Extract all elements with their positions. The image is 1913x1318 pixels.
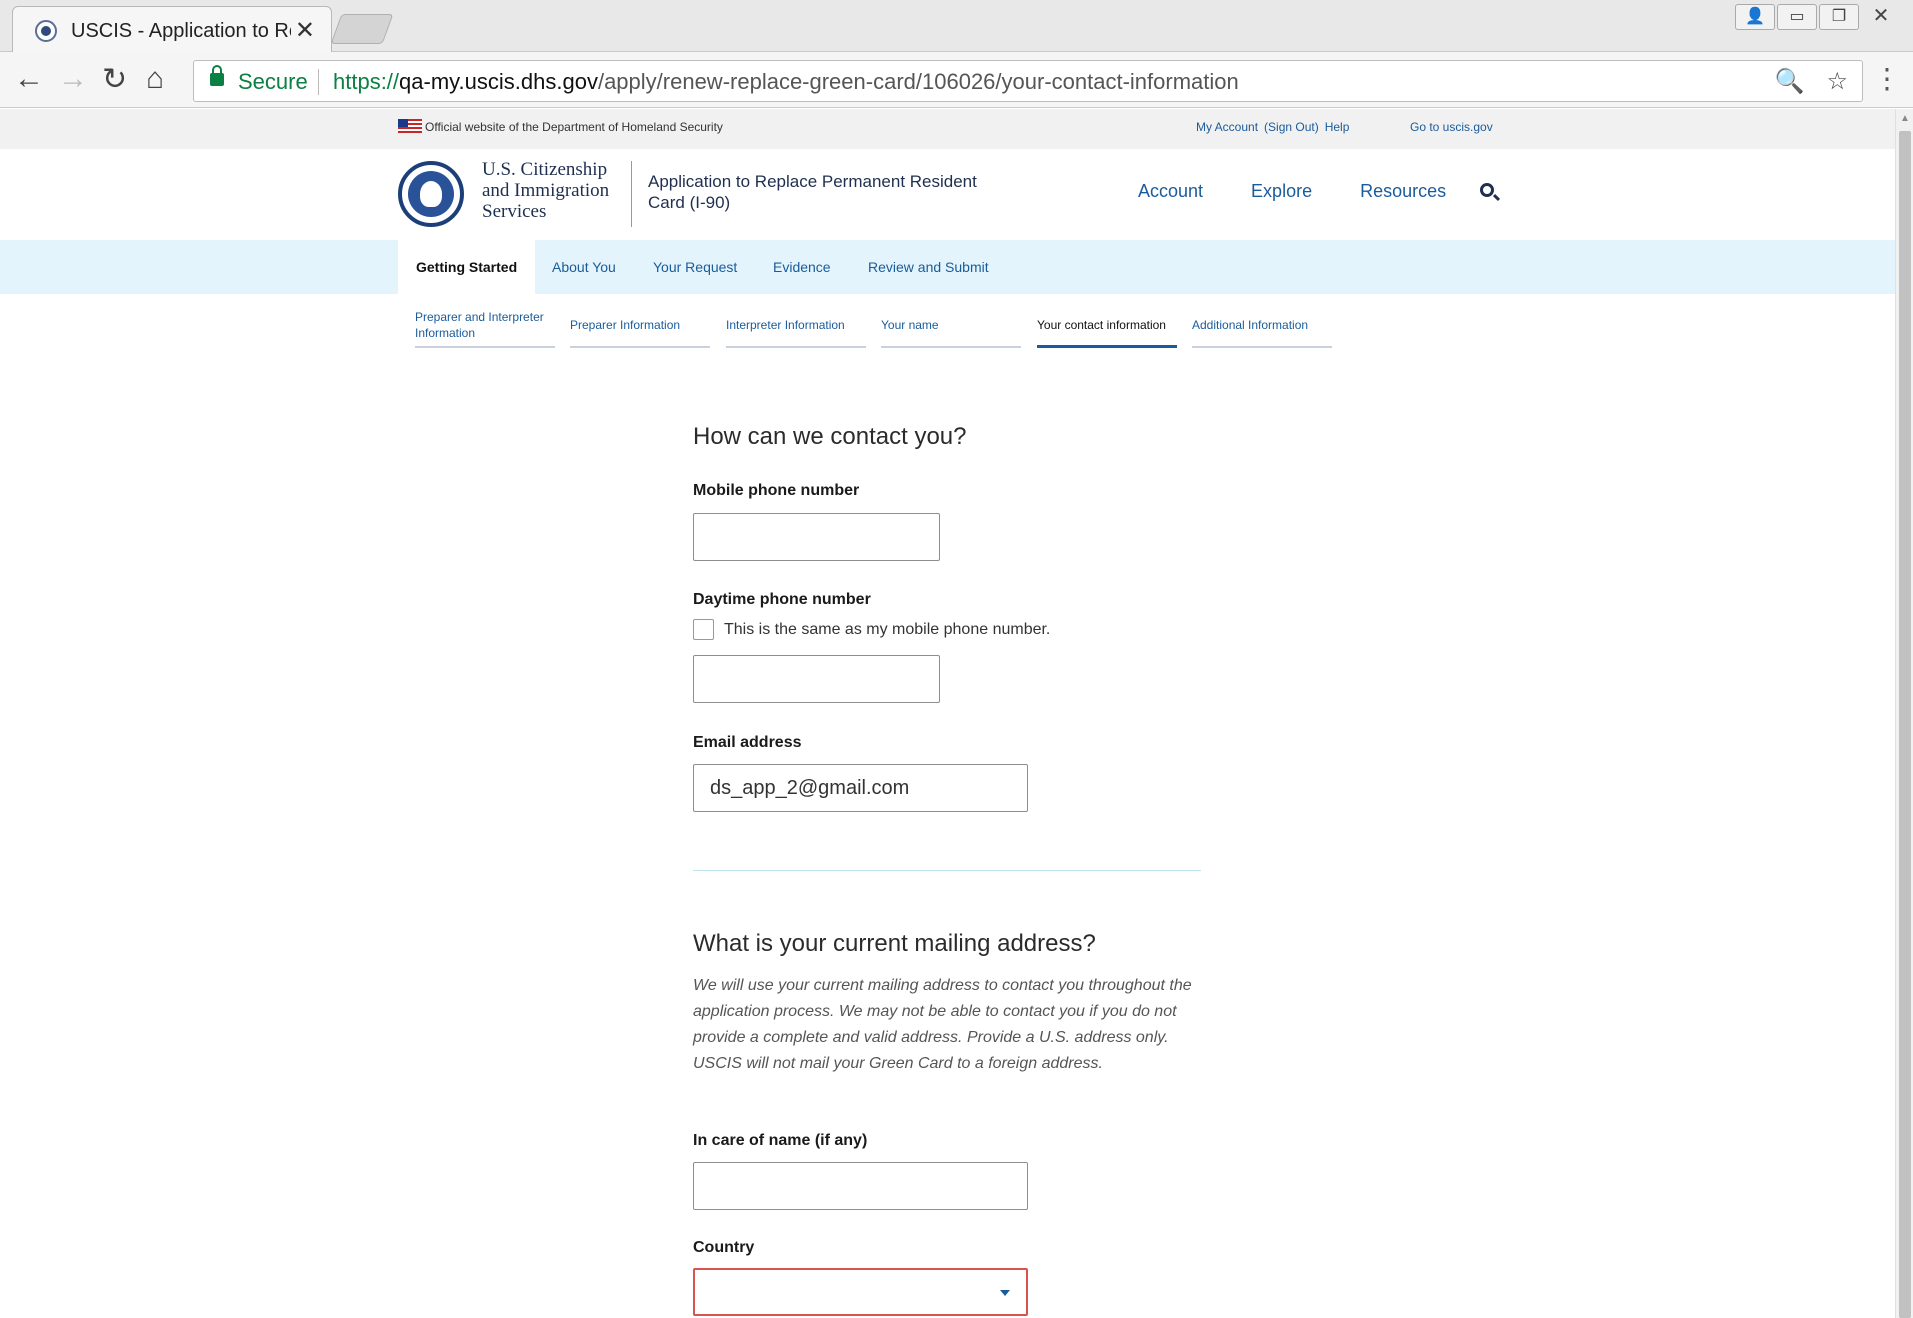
page-scrollbar[interactable]: ▲ <box>1895 109 1913 1318</box>
nav-explore[interactable]: Explore <box>1251 181 1312 202</box>
main-nav: Account Explore Resources <box>1138 181 1446 202</box>
url-path: /apply/renew-replace-green-card/106026/y… <box>597 69 1239 94</box>
agency-name[interactable]: U.S. Citizenship and Immigration Service… <box>482 159 622 222</box>
new-tab-button[interactable] <box>330 14 394 44</box>
uscis-favicon-icon <box>35 20 57 42</box>
mailing-address-help: We will use your current mailing address… <box>693 977 1192 1072</box>
sign-out-link[interactable]: (Sign Out) <box>1264 120 1319 134</box>
chevron-down-icon <box>1000 1290 1010 1296</box>
omnibox-separator <box>318 69 319 95</box>
step-nav: Preparer and Interpreter Information Pre… <box>0 294 1895 354</box>
section-divider <box>693 870 1201 871</box>
lock-icon <box>210 65 224 86</box>
country-label: Country <box>693 1239 755 1256</box>
goto-uscis-link[interactable]: Go to uscis.gov <box>1410 120 1493 134</box>
same-as-mobile-label[interactable]: This is the same as my mobile phone numb… <box>724 621 1050 639</box>
url-text[interactable]: https://qa-my.uscis.dhs.gov/apply/renew-… <box>333 69 1239 95</box>
search-icon[interactable] <box>1480 183 1494 197</box>
zoom-icon[interactable]: 🔍 <box>1775 67 1805 96</box>
star-icon[interactable]: ☆ <box>1826 67 1848 96</box>
tab-title: USCIS - Application to Re <box>71 20 291 42</box>
section-nav: Getting Started About You Your Request E… <box>0 240 1895 294</box>
page: Official website of the Department of Ho… <box>0 109 1895 1318</box>
mobile-phone-label: Mobile phone number <box>693 482 860 499</box>
care-of-name-label: In care of name (if any) <box>693 1132 868 1149</box>
browser-toolbar: ← → ↻ ⌂ Secure https://qa-my.uscis.dhs.g… <box>0 52 1913 108</box>
step-preparer-information[interactable]: Preparer Information <box>570 304 710 348</box>
dhs-seal-icon[interactable] <box>398 161 464 227</box>
mobile-phone-input[interactable] <box>693 513 940 561</box>
browser-tab[interactable]: USCIS - Application to Re ✕ <box>12 6 332 53</box>
official-banner: Official website of the Department of Ho… <box>0 109 1895 149</box>
mailing-address-heading: What is your current mailing address? <box>693 930 1096 957</box>
tab-getting-started[interactable]: Getting Started <box>398 240 536 294</box>
step-your-contact-information[interactable]: Your contact information <box>1037 304 1177 348</box>
step-preparer-and-interpreter[interactable]: Preparer and Interpreter Information <box>415 304 555 348</box>
scrollbar-thumb[interactable] <box>1899 131 1911 1318</box>
menu-icon[interactable]: ⋮ <box>1873 62 1901 95</box>
reload-icon[interactable]: ↻ <box>102 62 127 97</box>
step-interpreter-information[interactable]: Interpreter Information <box>726 304 866 348</box>
browser-tab-strip: USCIS - Application to Re ✕ 👤 ▭ ❐ ✕ <box>0 0 1913 53</box>
window-close-icon[interactable]: ✕ <box>1861 4 1901 30</box>
utility-links: My Account (Sign Out) Help <box>1196 120 1349 134</box>
daytime-phone-label: Daytime phone number <box>693 591 871 608</box>
step-additional-information[interactable]: Additional Information <box>1192 304 1332 348</box>
restore-icon[interactable]: ❐ <box>1819 4 1859 30</box>
window-controls: 👤 ▭ ❐ ✕ <box>1735 4 1901 30</box>
tab-review-and-submit[interactable]: Review and Submit <box>868 240 989 294</box>
tab-evidence[interactable]: Evidence <box>773 240 831 294</box>
help-link[interactable]: Help <box>1325 120 1350 134</box>
official-website-text: Official website of the Department of Ho… <box>425 120 723 134</box>
same-as-mobile-row[interactable]: This is the same as my mobile phone numb… <box>693 619 1050 640</box>
nav-resources[interactable]: Resources <box>1360 181 1446 202</box>
care-of-name-input[interactable] <box>693 1162 1028 1210</box>
site-header: U.S. Citizenship and Immigration Service… <box>0 149 1895 240</box>
address-bar[interactable]: Secure https://qa-my.uscis.dhs.gov/apply… <box>193 60 1863 102</box>
step-your-name[interactable]: Your name <box>881 304 1021 348</box>
email-label: Email address <box>693 734 802 751</box>
contact-heading: How can we contact you? <box>693 423 967 450</box>
daytime-phone-input[interactable] <box>693 655 940 703</box>
us-flag-icon <box>398 119 422 133</box>
header-divider <box>631 161 632 227</box>
back-icon[interactable]: ← <box>14 62 44 96</box>
tab-close-icon[interactable]: ✕ <box>295 16 315 45</box>
country-select[interactable] <box>693 1268 1028 1316</box>
profile-icon[interactable]: 👤 <box>1735 4 1775 30</box>
email-input[interactable] <box>693 764 1028 812</box>
tab-your-request[interactable]: Your Request <box>653 240 737 294</box>
application-title: Application to Replace Permanent Residen… <box>648 172 977 212</box>
my-account-link[interactable]: My Account <box>1196 120 1258 134</box>
scroll-up-icon[interactable]: ▲ <box>1900 113 1910 124</box>
forward-icon[interactable]: → <box>58 62 88 96</box>
same-as-mobile-checkbox[interactable] <box>693 619 714 640</box>
url-host: qa-my.uscis.dhs.gov <box>399 69 598 94</box>
home-icon[interactable]: ⌂ <box>146 62 164 96</box>
url-protocol: https:// <box>333 69 400 94</box>
minimize-icon[interactable]: ▭ <box>1777 4 1817 30</box>
tab-about-you[interactable]: About You <box>552 240 616 294</box>
omnibox-icons: 🔍 ☆ <box>1775 67 1848 96</box>
nav-account[interactable]: Account <box>1138 181 1203 202</box>
secure-label: Secure <box>238 69 308 94</box>
